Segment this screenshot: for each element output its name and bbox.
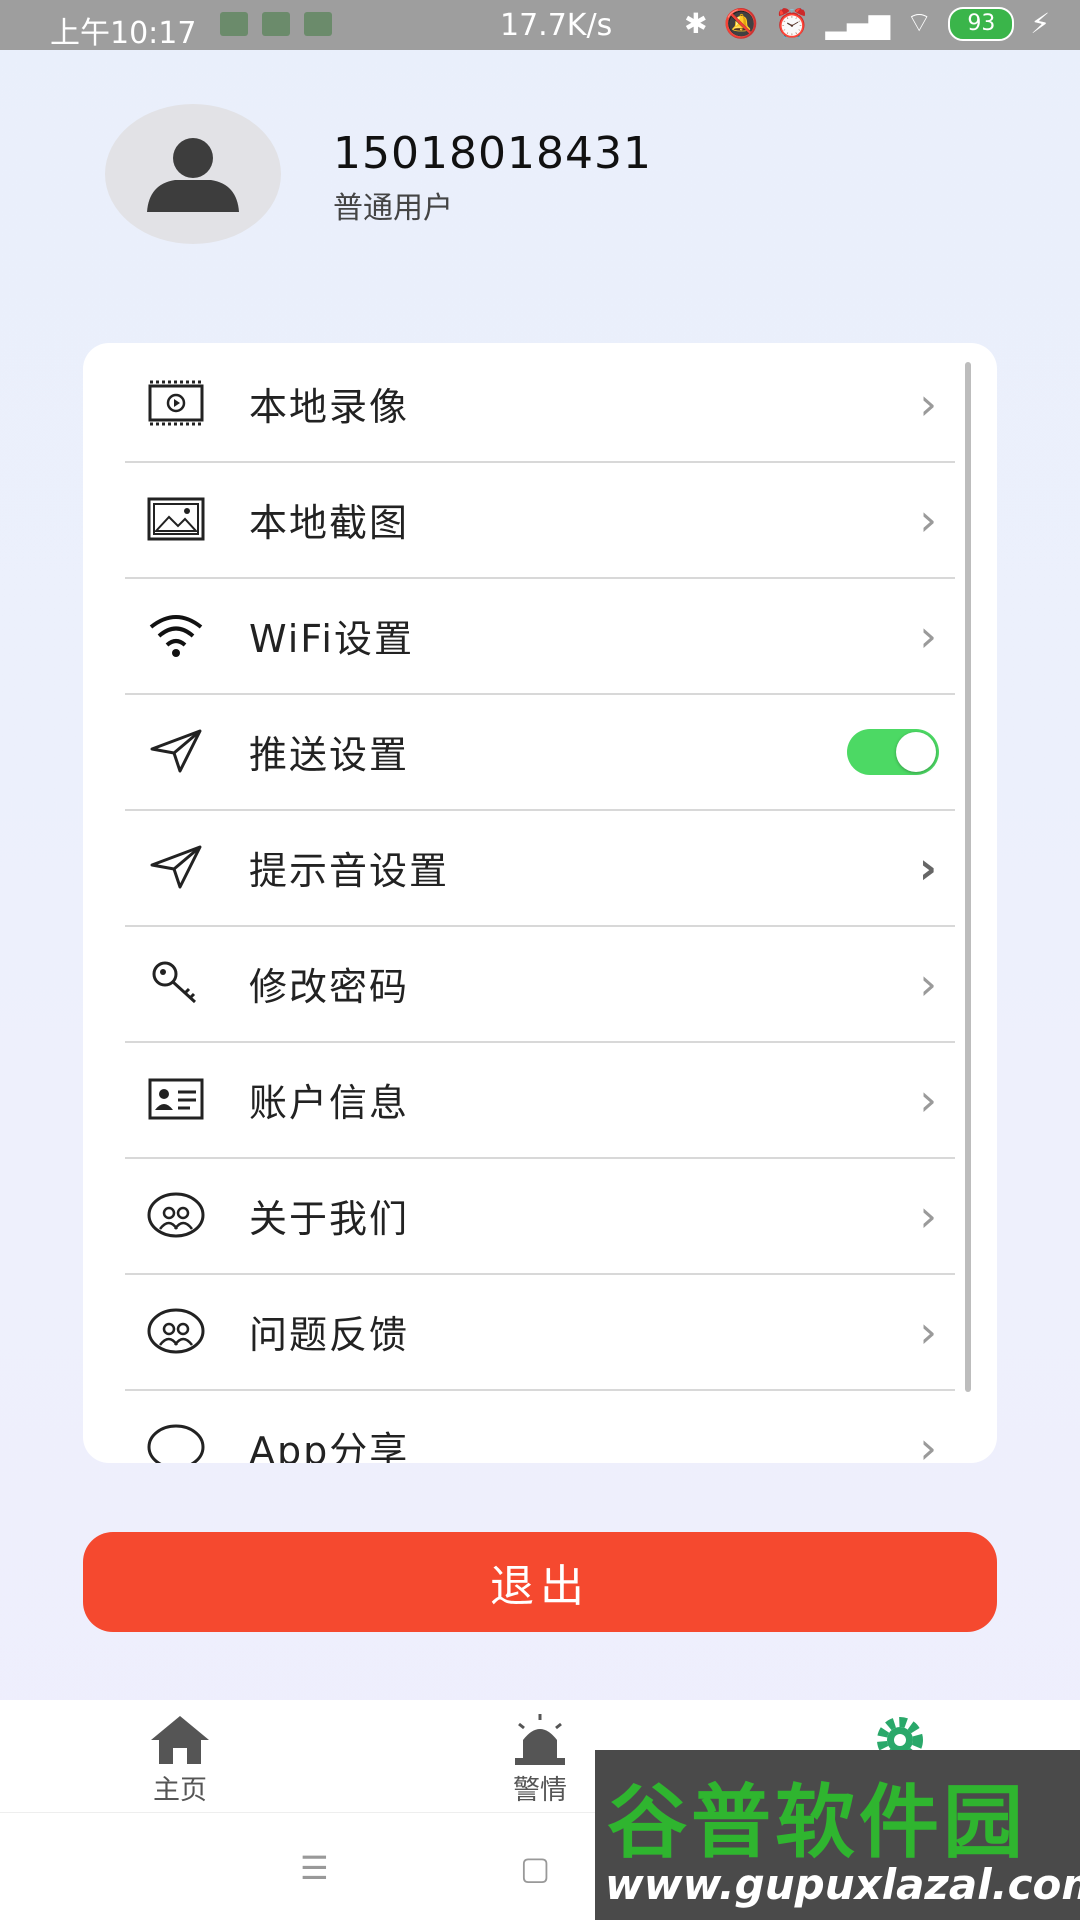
android-icon [262,12,290,36]
watermark-url: www.gupuxlazal.com [605,1860,1080,1909]
battery-indicator: 93 [948,6,1015,41]
menu-item-app-share[interactable]: App分享 › [125,1389,955,1463]
android-icon [304,12,332,36]
send-icon [145,720,207,782]
menu-label: 本地截图 [249,500,410,545]
notification-icons [220,12,332,36]
image-icon [145,488,207,550]
home-square-icon[interactable]: ▢ [520,1849,550,1887]
users-circle-icon [145,1300,207,1362]
menu-label: 提示音设置 [249,848,450,893]
menu-label: 本地录像 [249,384,410,429]
chevron-right-icon: › [919,495,937,546]
network-speed: 17.7K/s [500,8,613,43]
menu-item-about-us[interactable]: 关于我们 › [125,1157,955,1275]
tab-label: 主页 [153,1775,207,1806]
tab-home[interactable]: 主页 [80,1712,280,1807]
user-silhouette-icon [147,138,239,212]
bluetooth-icon: ✱ [684,7,708,40]
list-scrollbar[interactable] [965,362,971,1392]
settings-card: 本地录像 › 本地截图 › WiFi设置 › 推送设置 提示音设置 › 修改密码… [83,343,997,1463]
menu-item-push-settings[interactable]: 推送设置 [125,693,955,811]
menu-item-local-video[interactable]: 本地录像 › [125,345,955,463]
users-circle-icon [145,1184,207,1246]
watermark-text: 谷普软件园 [607,1776,1027,1869]
chevron-right-icon: › [919,1307,937,1358]
menu-item-sound-settings[interactable]: 提示音设置 › [125,809,955,927]
menu-item-feedback[interactable]: 问题反馈 › [125,1273,955,1391]
push-toggle[interactable] [847,729,939,775]
home-icon [80,1712,280,1768]
watermark: 谷普软件园 www.gupuxlazal.com [595,1750,1080,1920]
user-role: 普通用户 [333,191,453,226]
user-phone: 15018018431 [333,128,652,179]
chevron-right-icon: › [919,1191,937,1242]
key-icon [145,952,207,1014]
chevron-right-icon: › [919,611,937,662]
chevron-right-icon: › [919,1075,937,1126]
chevron-right-icon: › [919,379,937,430]
send-icon [145,836,207,898]
alarm-clock-icon: ⏰ [774,7,810,40]
wifi-icon [145,604,207,666]
video-icon [145,372,207,434]
chevron-right-icon: › [918,843,937,894]
menu-label: 账户信息 [249,1080,410,1125]
menu-label: 关于我们 [249,1196,410,1241]
status-bar: 上午10:17 17.7K/s ✱ 🔕 ⏰ ▂▄▆ ⌔ 93 ⚡ [0,0,1080,51]
mute-icon: 🔕 [723,7,759,40]
avatar[interactable] [105,104,281,244]
charging-icon: ⚡ [1030,7,1050,40]
logout-button[interactable]: 退出 [83,1532,997,1632]
menu-label: App分享 [249,1428,410,1464]
menu-item-wifi-settings[interactable]: WiFi设置 › [125,577,955,695]
chevron-right-icon: › [919,959,937,1010]
menu-label: 问题反馈 [249,1312,410,1357]
menu-label: 推送设置 [249,732,410,777]
menu-item-change-password[interactable]: 修改密码 › [125,925,955,1043]
app-notification-icon [220,12,248,36]
menu-label: WiFi设置 [249,616,414,661]
toggle-knob [896,732,936,772]
menu-icon[interactable]: ☰ [300,1849,329,1887]
share-icon [145,1416,207,1463]
wifi-status-icon: ⌔ [906,6,933,39]
signal-icon: ▂▄▆ [825,7,890,40]
menu-item-local-screenshot[interactable]: 本地截图 › [125,461,955,579]
menu-item-account-info[interactable]: 账户信息 › [125,1041,955,1159]
chevron-right-icon: › [919,1423,937,1463]
menu-label: 修改密码 [249,964,410,1009]
status-right-icons: ✱ 🔕 ⏰ ▂▄▆ ⌔ 93 ⚡ [684,6,1050,41]
status-time: 上午10:17 [50,16,197,51]
id-card-icon [145,1068,207,1130]
